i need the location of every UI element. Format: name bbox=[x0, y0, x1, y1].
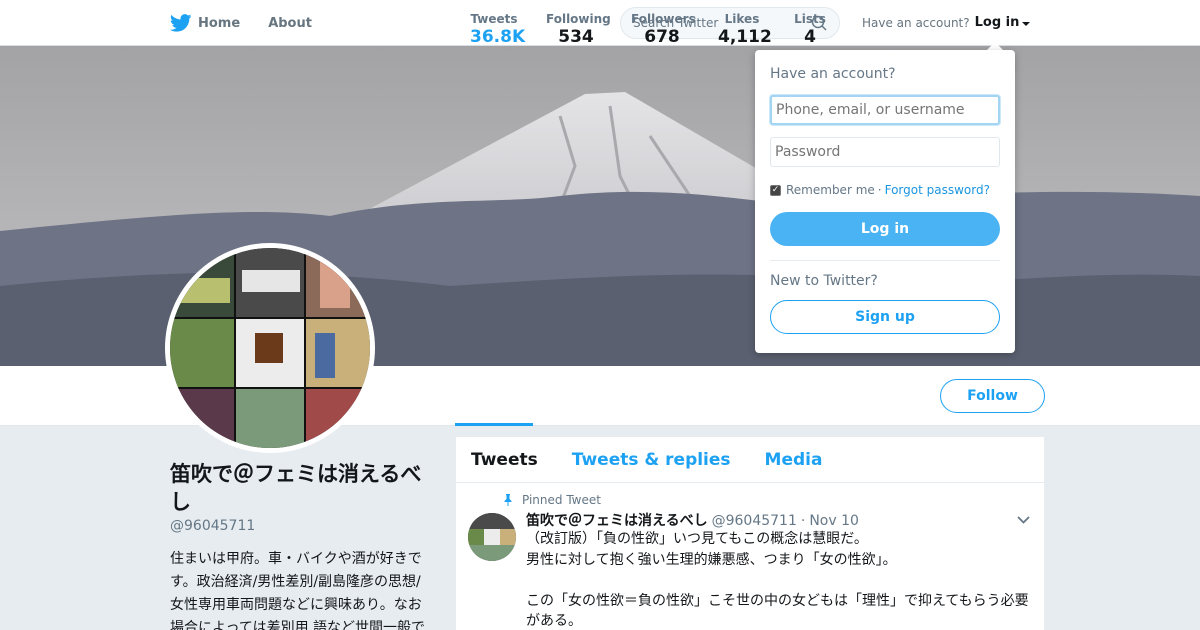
tweet-header: 笛吹で＠フェミは消えるべし @96045711 · Nov 10 bbox=[526, 510, 859, 530]
dropdown-title: Have an account? bbox=[770, 66, 896, 82]
tweet-text: （改訂版）「負の性欲」いつ見てもこの概念は慧眼だ。 男性に対して抱く強い生理的嫌… bbox=[526, 529, 1036, 630]
stat-value: 36.8K bbox=[470, 27, 526, 47]
tab-tweets-replies[interactable]: Tweets & replies bbox=[572, 450, 731, 470]
account-menu[interactable]: Have an account? Log in bbox=[862, 15, 1031, 30]
profile-bio: 住まいは甲府。車・バイクや酒が好きです。政治経済/男性差別/副島隆彦の思想/女性… bbox=[170, 551, 426, 630]
stat-tweets[interactable]: Tweets 36.8K bbox=[470, 12, 526, 47]
tweet-date[interactable]: Nov 10 bbox=[809, 513, 859, 529]
stat-label: Tweets bbox=[470, 12, 518, 26]
tweet-line: この「女の性欲＝負の性欲」こそ世の中の女どもは「理性」で抑えてもらう必要がある。 bbox=[526, 592, 1029, 630]
remember-me-checkbox[interactable]: ✓ bbox=[770, 184, 781, 196]
tweet-separator: · bbox=[800, 513, 806, 529]
twitter-bird-icon[interactable] bbox=[170, 14, 192, 32]
have-account-text: Have an account? bbox=[862, 15, 970, 30]
caret-down-icon[interactable] bbox=[1022, 21, 1031, 26]
tweet-line: 男性に対して抱く強い生理的嫌悪感、つまり「女の性欲」。 bbox=[526, 551, 897, 568]
remember-separator: · bbox=[877, 183, 882, 197]
tweet-avatar[interactable] bbox=[468, 513, 516, 561]
stat-label: Lists bbox=[794, 12, 826, 26]
tweet-author-name[interactable]: 笛吹で＠フェミは消えるべし bbox=[526, 510, 708, 530]
stat-value: 4 bbox=[804, 27, 816, 47]
remember-row: ✓ Remember me · Forgot password? bbox=[770, 183, 990, 197]
remember-me-label[interactable]: Remember me bbox=[786, 183, 875, 197]
profile-handle[interactable]: @96045711 bbox=[170, 518, 255, 534]
profile-avatar[interactable] bbox=[165, 243, 375, 453]
forgot-password-link[interactable]: Forgot password? bbox=[885, 183, 990, 197]
signup-button[interactable]: Sign up bbox=[770, 300, 1000, 334]
stat-value: 4,112 bbox=[718, 27, 772, 47]
pinned-label: Pinned Tweet bbox=[502, 493, 601, 507]
chevron-down-icon[interactable] bbox=[1017, 516, 1030, 524]
avatar-image bbox=[170, 248, 370, 448]
stat-likes[interactable]: Likes 4,112 bbox=[718, 12, 772, 47]
nav-home-link[interactable]: Home bbox=[198, 16, 240, 31]
login-menu-link[interactable]: Log in bbox=[975, 15, 1020, 30]
tab-media[interactable]: Media bbox=[765, 450, 823, 470]
profile-name[interactable]: 笛吹で＠フェミは消えるべし bbox=[170, 460, 440, 516]
stat-value: 678 bbox=[644, 27, 680, 47]
nav-about-link[interactable]: About bbox=[268, 16, 312, 31]
tweet-author-handle[interactable]: @96045711 bbox=[712, 513, 797, 529]
dropdown-arrow bbox=[987, 42, 1003, 50]
stat-followers[interactable]: Followers 678 bbox=[631, 12, 696, 47]
stat-value: 534 bbox=[558, 27, 594, 47]
new-to-twitter-text: New to Twitter? bbox=[770, 273, 878, 289]
pin-icon bbox=[504, 494, 512, 506]
password-field[interactable] bbox=[770, 137, 1000, 167]
stat-label: Likes bbox=[724, 12, 760, 26]
active-stat-indicator bbox=[455, 423, 533, 426]
pinned-tweet-text: Pinned Tweet bbox=[522, 493, 601, 507]
tweet-line: （改訂版）「負の性欲」いつ見てもこの概念は慧眼だ。 bbox=[526, 531, 868, 547]
follow-button[interactable]: Follow bbox=[940, 379, 1045, 413]
username-field[interactable] bbox=[770, 95, 1000, 125]
timeline-tabs: Tweets Tweets & replies Media bbox=[456, 437, 1044, 483]
login-dropdown: Have an account? ✓ Remember me · Forgot … bbox=[755, 50, 1015, 353]
stat-label: Following bbox=[546, 12, 611, 26]
stat-following[interactable]: Following 534 bbox=[546, 12, 611, 47]
dropdown-divider bbox=[770, 260, 1000, 261]
stat-label: Followers bbox=[631, 12, 696, 26]
stat-lists[interactable]: Lists 4 bbox=[793, 12, 827, 47]
tab-tweets[interactable]: Tweets bbox=[471, 450, 538, 470]
nav-left: Home About bbox=[170, 0, 340, 46]
login-button[interactable]: Log in bbox=[770, 212, 1000, 246]
